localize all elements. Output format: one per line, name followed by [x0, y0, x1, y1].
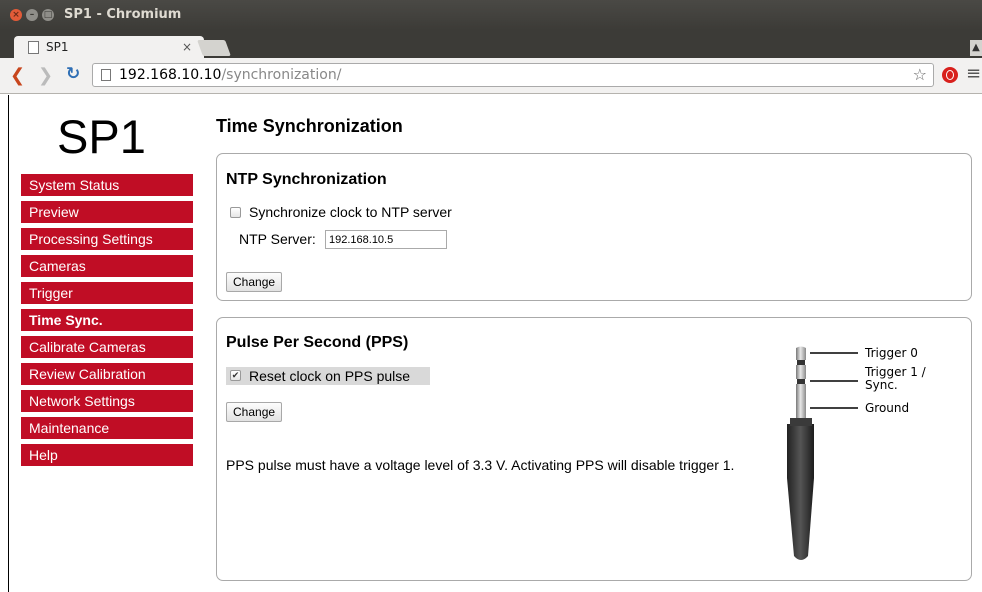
forward-arrow-icon[interactable]: ❯ [38, 65, 53, 86]
page-icon [28, 41, 39, 54]
sidebar-item-preview[interactable]: Preview [21, 201, 193, 223]
pps-checkbox-label[interactable]: Reset clock on PPS pulse [249, 368, 410, 384]
page-content: SP1 System Status Preview Processing Set… [8, 95, 982, 592]
sidebar-item-review-calibration[interactable]: Review Calibration [21, 363, 193, 385]
sidebar-item-help[interactable]: Help [21, 444, 193, 466]
window-close-icon[interactable]: × [10, 9, 22, 21]
logo: SP1 [57, 110, 146, 163]
reload-icon[interactable]: ↻ [66, 64, 80, 84]
sidebar-item-calibrate-cameras[interactable]: Calibrate Cameras [21, 336, 193, 358]
ntp-panel-title: NTP Synchronization [226, 171, 387, 188]
ntp-server-label: NTP Server: [239, 231, 316, 247]
pps-note: PPS pulse must have a voltage level of 3… [226, 457, 735, 473]
url-path: /synchronization/ [221, 67, 342, 83]
new-tab-button[interactable] [197, 40, 231, 56]
audio-jack-diagram: Trigger 0 Trigger 1 / Sync. Ground [770, 346, 970, 571]
pps-panel: Pulse Per Second (PPS) ✔ Reset clock on … [216, 317, 972, 581]
jack-label-ground: Ground [865, 401, 910, 415]
sidebar-nav: System Status Preview Processing Setting… [21, 174, 193, 471]
url-text[interactable]: 192.168.10.10/synchronization/ [119, 67, 341, 83]
tab-close-icon[interactable]: × [182, 40, 192, 54]
ntp-panel: NTP Synchronization Synchronize clock to… [216, 153, 972, 301]
url-host: 192.168.10.10 [119, 67, 222, 83]
window-minimize-icon[interactable]: – [26, 9, 38, 21]
page-icon [101, 69, 111, 81]
pps-change-button[interactable]: Change [226, 402, 283, 422]
sidebar-item-trigger[interactable]: Trigger [21, 282, 193, 304]
sidebar-item-maintenance[interactable]: Maintenance [21, 417, 193, 439]
back-arrow-icon[interactable]: ❮ [10, 65, 25, 86]
jack-label-sync: Sync. [865, 378, 898, 392]
page-title: Time Synchronization [216, 116, 403, 136]
sidebar-item-processing-settings[interactable]: Processing Settings [21, 228, 193, 250]
profile-icon[interactable]: ▲ [970, 40, 982, 56]
bookmark-star-icon[interactable]: ☆ [913, 65, 927, 84]
pps-checkbox[interactable]: ✔ [230, 370, 241, 381]
browser-tab[interactable]: SP1 × [14, 36, 204, 60]
window-maximize-icon[interactable]: □ [42, 9, 54, 21]
window-title: SP1 - Chromium [64, 7, 182, 22]
ntp-change-button[interactable]: Change [226, 272, 283, 292]
sidebar-item-time-sync[interactable]: Time Sync. [21, 309, 193, 331]
hamburger-menu-icon[interactable]: ≡ [966, 63, 981, 84]
ntp-checkbox-label[interactable]: Synchronize clock to NTP server [249, 204, 452, 220]
window-titlebar: × – □ SP1 - Chromium [0, 0, 982, 30]
sidebar-item-cameras[interactable]: Cameras [21, 255, 193, 277]
tab-strip: SP1 × ▲ [0, 30, 982, 60]
browser-toolbar: ❮ ❯ ↻ 192.168.10.10/synchronization/ ☆ ≡ [0, 58, 982, 94]
extension-icon[interactable] [942, 67, 958, 83]
ntp-checkbox[interactable] [230, 207, 241, 218]
sidebar-item-network-settings[interactable]: Network Settings [21, 390, 193, 412]
ntp-server-input[interactable] [325, 230, 447, 249]
pps-panel-title: Pulse Per Second (PPS) [226, 334, 409, 351]
address-bar[interactable]: 192.168.10.10/synchronization/ ☆ [92, 63, 934, 87]
jack-label-trigger0: Trigger 0 [865, 346, 918, 360]
sidebar-item-system-status[interactable]: System Status [21, 174, 193, 196]
tab-title: SP1 [46, 40, 69, 54]
